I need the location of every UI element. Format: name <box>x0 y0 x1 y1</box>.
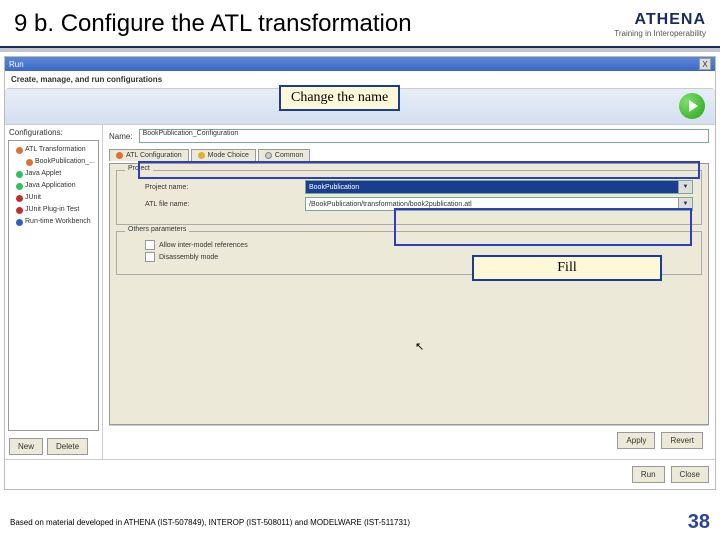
group-title: Others parameters <box>125 226 189 233</box>
project-name-label: Project name: <box>125 184 305 191</box>
config-sidebar: Configurations: ATL Transformation BookP… <box>5 125 103 459</box>
config-label: Configurations: <box>5 125 102 140</box>
intermodel-checkbox[interactable]: Allow inter-model references <box>125 240 693 250</box>
page-number: 38 <box>688 511 710 534</box>
tab-mode-choice[interactable]: Mode Choice <box>191 149 256 161</box>
footer-text: Based on material developed in ATHENA (I… <box>10 518 688 527</box>
tree-item[interactable]: JUnit <box>12 192 95 204</box>
close-icon[interactable]: X <box>699 58 711 70</box>
chevron-down-icon[interactable]: ▼ <box>678 198 692 210</box>
run-button[interactable]: Run <box>632 466 665 483</box>
tree-item[interactable]: Java Application <box>12 180 95 192</box>
group-title: Project <box>125 165 153 172</box>
tree-item[interactable]: Run-time Workbench <box>12 216 95 228</box>
tree-item[interactable]: Java Applet <box>12 168 95 180</box>
revert-button[interactable]: Revert <box>661 432 703 449</box>
atl-file-select[interactable]: /BookPublication/transformation/book2pub… <box>305 197 693 211</box>
config-tree[interactable]: ATL Transformation BookPublication_... J… <box>8 140 99 431</box>
dialog-title: Run <box>9 60 699 69</box>
apply-button[interactable]: Apply <box>617 432 655 449</box>
logo-sub: Training in Interoperability <box>614 29 706 38</box>
callout-fill: Fill <box>472 255 662 281</box>
slide-title: 9 b. Configure the ATL transformation <box>14 10 614 38</box>
project-name-select[interactable]: BookPublication▼ <box>305 180 693 194</box>
new-button[interactable]: New <box>9 438 43 455</box>
project-group: Project Project name: BookPublication▼ A… <box>116 170 702 225</box>
delete-button[interactable]: Delete <box>47 438 88 455</box>
chevron-down-icon[interactable]: ▼ <box>678 181 692 193</box>
callout-change-name: Change the name <box>279 85 400 111</box>
name-input[interactable]: BookPublication_Configuration <box>139 129 709 143</box>
close-button[interactable]: Close <box>671 466 709 483</box>
tree-item[interactable]: BookPublication_... <box>12 156 95 168</box>
atl-file-label: ATL file name: <box>125 201 305 208</box>
logo-main: ATHENA <box>635 11 706 29</box>
brand-logo: ATHENA Training in Interoperability <box>614 11 706 38</box>
tab-atl-configuration[interactable]: ATL Configuration <box>109 149 189 161</box>
tree-item[interactable]: JUnit Plug-in Test <box>12 204 95 216</box>
tab-common[interactable]: Common <box>258 149 310 161</box>
dialog-titlebar: Run X <box>5 57 715 71</box>
run-icon <box>679 93 705 119</box>
config-form: Name: BookPublication_Configuration ATL … <box>103 125 715 459</box>
tree-item[interactable]: ATL Transformation <box>12 144 95 156</box>
name-label: Name: <box>109 132 133 141</box>
